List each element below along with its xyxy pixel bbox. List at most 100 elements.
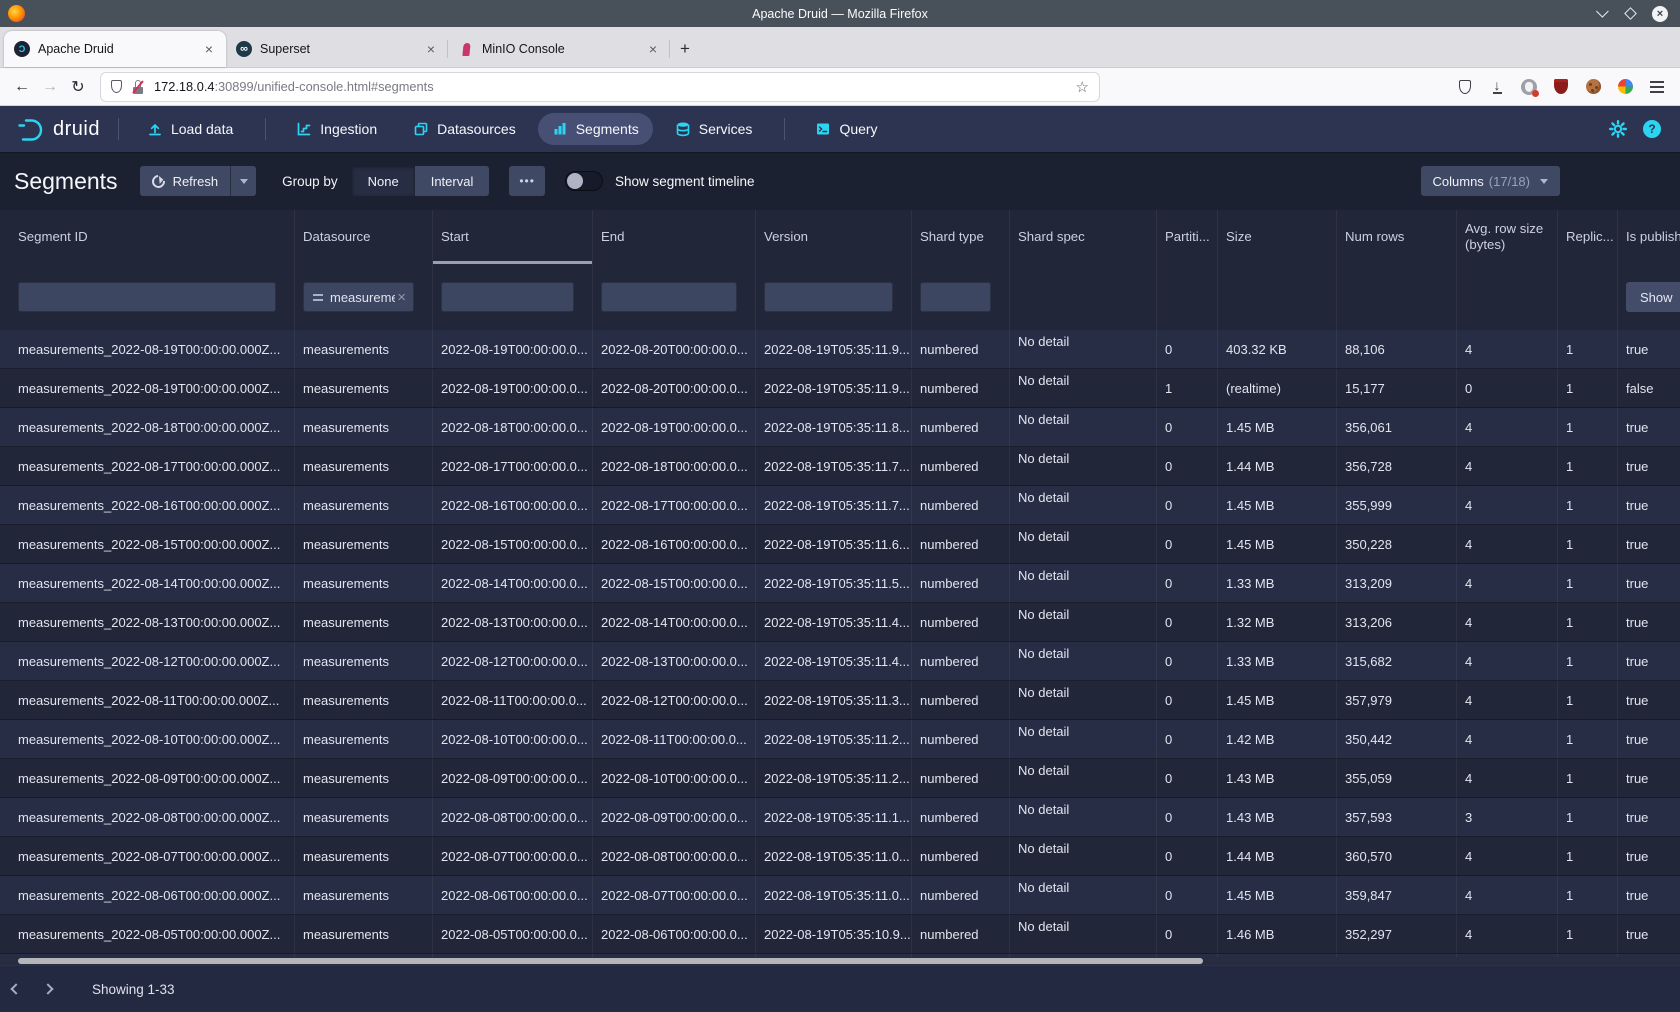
table-row[interactable]: measurements_2022-08-18T00:00:00.000Z...…: [0, 408, 1680, 447]
table-row[interactable]: measurements_2022-08-15T00:00:00.000Z...…: [0, 525, 1680, 564]
nav-item-query[interactable]: Query: [801, 113, 891, 145]
settings-gear-icon[interactable]: [1608, 119, 1628, 139]
column-header[interactable]: Replic...: [1558, 210, 1618, 264]
column-header[interactable]: Partiti...: [1157, 210, 1218, 264]
druid-logo[interactable]: druid: [0, 115, 118, 143]
table-row[interactable]: measurements_2022-08-06T00:00:00.000Z...…: [0, 876, 1680, 915]
table-cell: No detail: [1010, 564, 1157, 602]
ublock-extension-icon[interactable]: [1552, 78, 1570, 96]
downloads-icon[interactable]: ↓: [1488, 78, 1506, 96]
table-row[interactable]: measurements_2022-08-11T00:00:00.000Z...…: [0, 681, 1680, 720]
close-window-icon[interactable]: ×: [1652, 6, 1668, 22]
table-cell: measurements_2022-08-10T00:00:00.000Z...: [10, 720, 295, 758]
tracking-shield-icon[interactable]: [111, 80, 122, 93]
back-button[interactable]: ←: [8, 73, 36, 101]
menu-icon[interactable]: [1648, 78, 1666, 96]
group-by-none-button[interactable]: None: [352, 166, 415, 196]
table-row[interactable]: measurements_2022-08-08T00:00:00.000Z...…: [0, 798, 1680, 837]
column-header[interactable]: Shard type: [912, 210, 1010, 264]
datasource-filter[interactable]: measureme×: [303, 282, 414, 312]
permissions-shield-icon[interactable]: [1456, 78, 1474, 96]
column-header[interactable]: Version: [756, 210, 912, 264]
tab-minio-console[interactable]: MinIO Console ×: [448, 31, 670, 67]
table-row[interactable]: measurements_2022-08-17T00:00:00.000Z...…: [0, 447, 1680, 486]
close-tab-icon[interactable]: ×: [424, 41, 438, 57]
filter-input[interactable]: [601, 282, 737, 312]
column-header[interactable]: Num rows: [1337, 210, 1457, 264]
next-page-button[interactable]: [32, 974, 64, 1004]
column-header[interactable]: Start: [433, 210, 593, 264]
horizontal-scrollbar-thumb[interactable]: [18, 958, 1203, 964]
column-header[interactable]: End: [593, 210, 756, 264]
column-header[interactable]: Is published: [1618, 210, 1680, 264]
column-header[interactable]: Datasource: [295, 210, 433, 264]
account-mask-extension-icon[interactable]: [1520, 78, 1538, 96]
more-options-button[interactable]: •••: [509, 166, 545, 196]
table-cell: 1: [1558, 408, 1618, 446]
filter-input[interactable]: [764, 282, 893, 312]
help-icon[interactable]: ?: [1642, 119, 1662, 139]
nav-item-ingestion[interactable]: Ingestion: [282, 113, 391, 145]
table-cell: measurements: [295, 408, 433, 446]
nav-item-services[interactable]: Services: [661, 113, 767, 145]
is-published-filter-button[interactable]: Show: [1626, 282, 1680, 312]
table-row[interactable]: measurements_2022-08-19T00:00:00.000Z...…: [0, 369, 1680, 408]
table-row[interactable]: measurements_2022-08-16T00:00:00.000Z...…: [0, 486, 1680, 525]
filter-input[interactable]: [920, 282, 991, 312]
table-cell: 0: [1157, 564, 1218, 602]
refresh-button[interactable]: Refresh: [140, 166, 231, 196]
column-header[interactable]: Avg. row size (bytes): [1457, 210, 1558, 264]
close-tab-icon[interactable]: ×: [646, 41, 660, 57]
table-row[interactable]: measurements_2022-08-10T00:00:00.000Z...…: [0, 720, 1680, 759]
url-bar[interactable]: 172.18.0.4:30899/unified-console.html#se…: [100, 72, 1100, 102]
refresh-dropdown-button[interactable]: [230, 166, 256, 196]
clear-filter-icon[interactable]: ×: [395, 289, 408, 306]
table-filter-row: measureme× Show: [0, 264, 1680, 330]
maximize-icon[interactable]: [1624, 7, 1637, 20]
horizontal-scrollbar[interactable]: [0, 957, 1680, 965]
table-cell: No detail: [1010, 408, 1157, 446]
table-row[interactable]: measurements_2022-08-13T00:00:00.000Z...…: [0, 603, 1680, 642]
table-row[interactable]: measurements_2022-08-19T00:00:00.000Z...…: [0, 330, 1680, 369]
column-header[interactable]: Segment ID: [10, 210, 295, 264]
table-cell: 0: [1157, 681, 1218, 719]
reload-button[interactable]: ↻: [64, 73, 92, 101]
table-cell: 359,847: [1337, 876, 1457, 914]
tab-apache-druid[interactable]: Ɔ Apache Druid ×: [4, 31, 226, 67]
new-tab-button[interactable]: +: [670, 31, 700, 67]
table-row[interactable]: measurements_2022-08-14T00:00:00.000Z...…: [0, 564, 1680, 603]
tab-superset[interactable]: ∞ Superset ×: [226, 31, 448, 67]
table-cell: 2022-08-14T00:00:00.0...: [593, 603, 756, 641]
table-row[interactable]: measurements_2022-08-07T00:00:00.000Z...…: [0, 837, 1680, 876]
forward-button[interactable]: →: [36, 73, 64, 101]
filter-input[interactable]: [18, 282, 276, 312]
table-cell: 0: [1157, 642, 1218, 680]
columns-dropdown-button[interactable]: Columns(17/18): [1421, 166, 1561, 196]
table-row[interactable]: measurements_2022-08-09T00:00:00.000Z...…: [0, 759, 1680, 798]
filter-input[interactable]: [441, 282, 574, 312]
previous-page-button[interactable]: [0, 974, 32, 1004]
insecure-lock-icon[interactable]: [132, 80, 144, 94]
nav-item-label: Load data: [171, 121, 233, 137]
extension-pinwheel-icon[interactable]: [1616, 78, 1634, 96]
nav-item-segments[interactable]: Segments: [538, 113, 653, 145]
bookmark-star-icon[interactable]: ☆: [1076, 78, 1089, 96]
table-row[interactable]: measurements_2022-08-05T00:00:00.000Z...…: [0, 915, 1680, 954]
close-tab-icon[interactable]: ×: [202, 41, 216, 57]
table-cell: numbered: [912, 759, 1010, 797]
nav-item-load-data[interactable]: Load data: [133, 113, 247, 145]
group-by-interval-button[interactable]: Interval: [415, 166, 490, 196]
table-cell: No detail: [1010, 642, 1157, 680]
cookie-extension-icon[interactable]: [1584, 78, 1602, 96]
table-cell: 2022-08-19T05:35:11.8...: [756, 408, 912, 446]
table-cell: 2022-08-19T00:00:00.0...: [593, 408, 756, 446]
table-cell: 2022-08-10T00:00:00.0...: [593, 759, 756, 797]
segment-timeline-toggle[interactable]: [565, 171, 603, 191]
table-cell: 2022-08-19T05:35:11.7...: [756, 486, 912, 524]
table-row[interactable]: measurements_2022-08-12T00:00:00.000Z...…: [0, 642, 1680, 681]
column-header[interactable]: Shard spec: [1010, 210, 1157, 264]
column-header[interactable]: Size: [1218, 210, 1337, 264]
table-cell: 2022-08-19T05:35:11.4...: [756, 642, 912, 680]
nav-item-datasources[interactable]: Datasources: [399, 113, 530, 145]
table-cell: 2022-08-16T00:00:00.0...: [433, 486, 593, 524]
